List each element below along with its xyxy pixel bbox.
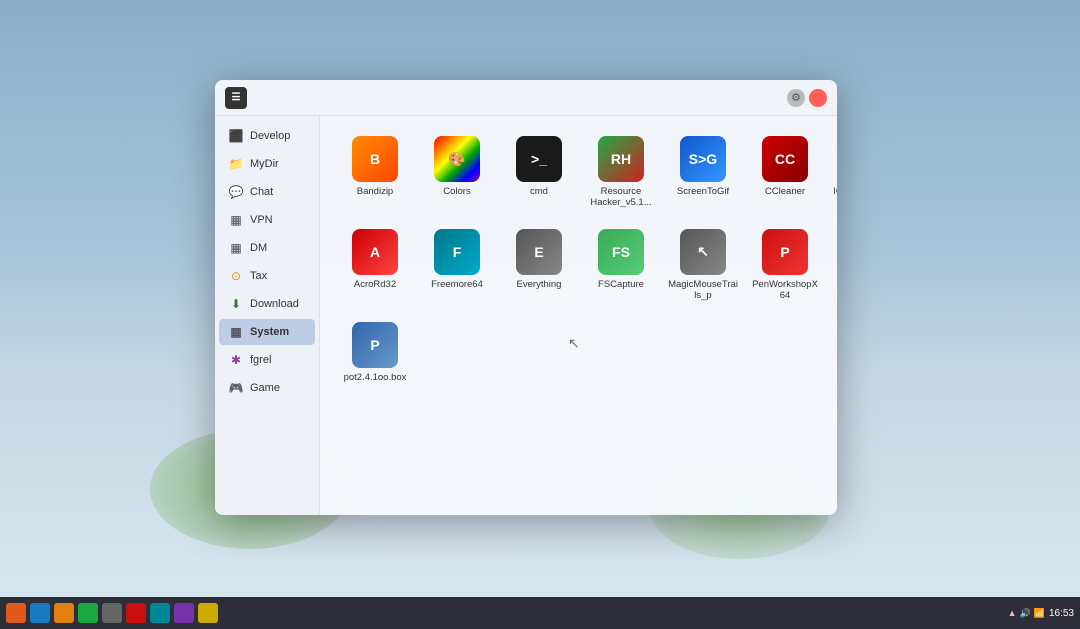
sidebar-item-fgrel[interactable]: ✱ fgrel bbox=[219, 347, 315, 373]
title-bar: ☰ ⚙ bbox=[215, 80, 837, 116]
taskbar-icon-files[interactable] bbox=[30, 603, 50, 623]
sidebar-icon-download: ⬇ bbox=[229, 297, 243, 311]
sidebar-item-develop[interactable]: ⬛ Develop bbox=[219, 123, 315, 149]
sidebar-icon-chat: 💬 bbox=[229, 185, 243, 199]
sidebar-item-mydir[interactable]: 📁 MyDir bbox=[219, 151, 315, 177]
app-item-bandizip[interactable]: B Bandizip bbox=[336, 130, 414, 215]
app-name-iobit: IObitUninstal ler bbox=[833, 186, 837, 197]
app-name-fscapture: FSCapture bbox=[598, 279, 644, 290]
taskbar-icon-store[interactable] bbox=[198, 603, 218, 623]
sidebar-icon-vpn: ▦ bbox=[229, 213, 243, 227]
taskbar-icon-start[interactable] bbox=[6, 603, 26, 623]
sidebar-label-vpn: VPN bbox=[250, 214, 273, 226]
app-launcher-window: ☰ ⚙ ⬛ Develop 📁 MyDir 💬 Chat ▦ VPN ▦ DM … bbox=[215, 80, 837, 515]
app-icon-screentogif: S>G bbox=[680, 136, 726, 182]
sidebar-label-dm: DM bbox=[250, 242, 267, 254]
app-grid: B Bandizip 🎨 Colors >_ cmd RH Resource H… bbox=[336, 130, 821, 389]
sidebar-label-game: Game bbox=[250, 382, 280, 394]
app-icon-penpot: P bbox=[762, 229, 808, 275]
app-icon-ccleaner: CC bbox=[762, 136, 808, 182]
taskbar-icon-mail[interactable] bbox=[78, 603, 98, 623]
app-item-ccleaner[interactable]: CC CCleaner bbox=[746, 130, 824, 215]
sidebar-label-fgrel: fgrel bbox=[250, 354, 271, 366]
app-name-cmd: cmd bbox=[530, 186, 548, 197]
app-icon-pot: P bbox=[352, 322, 398, 368]
sidebar: ⬛ Develop 📁 MyDir 💬 Chat ▦ VPN ▦ DM ⊙ Ta… bbox=[215, 116, 320, 515]
app-item-resource-hacker[interactable]: RH Resource Hacker_v5.1... bbox=[582, 130, 660, 215]
app-item-cmd[interactable]: >_ cmd bbox=[500, 130, 578, 215]
sidebar-item-dm[interactable]: ▦ DM bbox=[219, 235, 315, 261]
sidebar-icon-game: 🎮 bbox=[229, 381, 243, 395]
app-name-penpot: PenWorkshopX64 bbox=[750, 279, 820, 302]
app-icon-cmd: >_ bbox=[516, 136, 562, 182]
app-name-everything: Everything bbox=[517, 279, 562, 290]
app-item-magicmouse[interactable]: ↖ MagicMouseTrails_p bbox=[664, 223, 742, 308]
app-item-iobit[interactable]: U IObitUninstal ler bbox=[828, 130, 837, 215]
window-body: ⬛ Develop 📁 MyDir 💬 Chat ▦ VPN ▦ DM ⊙ Ta… bbox=[215, 116, 837, 515]
app-item-freemore[interactable]: F Freemore64 bbox=[418, 223, 496, 308]
close-button[interactable] bbox=[809, 89, 827, 107]
app-name-acrobat: AcroRd32 bbox=[354, 279, 396, 290]
app-name-colors: Colors bbox=[443, 186, 470, 197]
app-icon-colors: 🎨 bbox=[434, 136, 480, 182]
app-name-pot: pot2.4.1oo.box bbox=[344, 372, 407, 383]
sidebar-icon-mydir: 📁 bbox=[229, 157, 243, 171]
taskbar-icon-browser[interactable] bbox=[54, 603, 74, 623]
app-name-resource-hacker: Resource Hacker_v5.1... bbox=[586, 186, 656, 209]
app-icon-acrobat: A bbox=[352, 229, 398, 275]
sidebar-icon-develop: ⬛ bbox=[229, 129, 243, 143]
app-name-screentogif: ScreenToGif bbox=[677, 186, 729, 197]
sidebar-item-download[interactable]: ⬇ Download bbox=[219, 291, 315, 317]
app-item-everything[interactable]: E Everything bbox=[500, 223, 578, 308]
sidebar-label-mydir: MyDir bbox=[250, 158, 279, 170]
app-item-fscapture[interactable]: FS FSCapture bbox=[582, 223, 660, 308]
sidebar-icon-tax: ⊙ bbox=[229, 269, 243, 283]
app-item-screentogif[interactable]: S>G ScreenToGif bbox=[664, 130, 742, 215]
sidebar-item-game[interactable]: 🎮 Game bbox=[219, 375, 315, 401]
app-name-ccleaner: CCleaner bbox=[765, 186, 805, 197]
taskbar-icon-settings[interactable] bbox=[174, 603, 194, 623]
sidebar-icon-system: ▦ bbox=[229, 325, 243, 339]
app-icon-freemore: F bbox=[434, 229, 480, 275]
app-icon-resource-hacker: RH bbox=[598, 136, 644, 182]
sidebar-label-system: System bbox=[250, 326, 289, 338]
sidebar-label-chat: Chat bbox=[250, 186, 273, 198]
taskbar-time: 16:53 bbox=[1049, 607, 1074, 620]
app-item-qqmusic[interactable]: ♫ QQMusic bbox=[828, 223, 837, 308]
app-icon-fscapture: FS bbox=[598, 229, 644, 275]
sidebar-label-tax: Tax bbox=[250, 270, 267, 282]
app-icon-everything: E bbox=[516, 229, 562, 275]
app-name-freemore: Freemore64 bbox=[431, 279, 483, 290]
sidebar-item-vpn[interactable]: ▦ VPN bbox=[219, 207, 315, 233]
taskbar-icon-terminal[interactable] bbox=[102, 603, 122, 623]
app-item-acrobat[interactable]: A AcroRd32 bbox=[336, 223, 414, 308]
sidebar-item-system[interactable]: ▦ System bbox=[219, 319, 315, 345]
sidebar-icon-dm: ▦ bbox=[229, 241, 243, 255]
window-logo: ☰ bbox=[225, 87, 247, 109]
sidebar-item-tax[interactable]: ⊙ Tax bbox=[219, 263, 315, 289]
app-icon-magicmouse: ↖ bbox=[680, 229, 726, 275]
app-item-colors[interactable]: 🎨 Colors bbox=[418, 130, 496, 215]
taskbar-icon-music[interactable] bbox=[150, 603, 170, 623]
taskbar: ▲ 🔊 📶 16:53 bbox=[0, 597, 1080, 629]
sidebar-label-download: Download bbox=[250, 298, 299, 310]
sidebar-icon-fgrel: ✱ bbox=[229, 353, 243, 367]
app-item-pot[interactable]: P pot2.4.1oo.box bbox=[336, 316, 414, 389]
sidebar-item-chat[interactable]: 💬 Chat bbox=[219, 179, 315, 205]
app-name-bandizip: Bandizip bbox=[357, 186, 393, 197]
sidebar-label-develop: Develop bbox=[250, 130, 290, 142]
app-icon-bandizip: B bbox=[352, 136, 398, 182]
system-tray: ▲ 🔊 📶 bbox=[1008, 608, 1045, 619]
main-content-area: B Bandizip 🎨 Colors >_ cmd RH Resource H… bbox=[320, 116, 837, 515]
app-item-penpot[interactable]: P PenWorkshopX64 bbox=[746, 223, 824, 308]
settings-button[interactable]: ⚙ bbox=[787, 89, 805, 107]
app-name-magicmouse: MagicMouseTrails_p bbox=[668, 279, 738, 302]
taskbar-icon-media[interactable] bbox=[126, 603, 146, 623]
